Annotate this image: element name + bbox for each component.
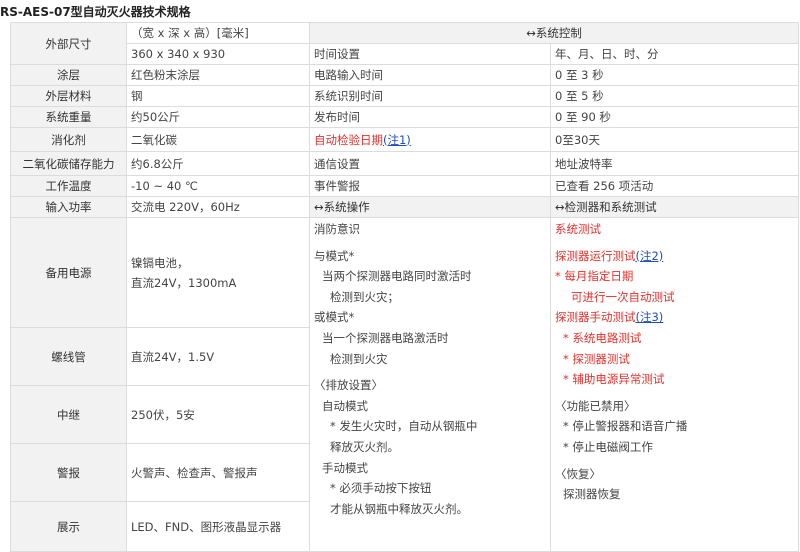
capacity-label: 二氧化碳储存能力 [10,151,127,176]
solenoid-value: 直流24V，1.5V [126,327,310,386]
and-desc-1: 当两个探测器电路同时激活时 [322,269,472,284]
monthly-2: 可进行一次自动测试 [571,289,675,304]
detector-run-row: 探测器运行测试(注2) [555,246,794,267]
alarm-value: 火警声、检查声、警报声 [126,443,310,502]
note3-link[interactable]: (注3) [636,310,664,324]
manual-desc-1: * 必须手动按下按钮 [330,481,432,496]
control-name-3: 发布时间 [309,106,551,128]
temp-value: -10 ~ 40 ℃ [126,175,310,197]
material-value: 钢 [126,85,310,107]
control-name-2: 系统识别时间 [309,85,551,107]
coating-value: 红色粉末涂层 [126,64,310,86]
fire-sense: 消防意识 [314,222,360,236]
system-operation-header: ↔系统操作 [309,196,551,218]
spec-table: 外部尺寸 （宽 x 深 x 高）[毫米] ↔系统控制 360 x 340 x 9… [10,22,800,552]
weight-value: 约50公斤 [126,106,310,128]
control-name-5: 通信设置 [309,151,551,176]
size-label: 外部尺寸 [10,22,127,65]
coating-label: 涂层 [10,64,127,86]
test-item-1: * 系统电路测试 [563,330,642,345]
or-mode: 或模式* [314,310,355,325]
capacity-value: 约6.8公斤 [126,151,310,176]
backup-value-1: 镍镉电池， [131,255,189,270]
agent-label: 消化剂 [10,127,127,152]
power-value: 交流电 220V，60Hz [126,196,310,218]
and-desc-2: 检测到火灾； [330,289,399,304]
control-value-4: 0至30天 [549,127,800,152]
system-control-header: ↔系统控制 [308,22,800,44]
manual-desc-2: 才能从钢瓶中释放灭火剂。 [330,501,468,516]
or-desc-1: 当一个探测器电路激活时 [322,330,449,345]
backup-value-2: 直流24V，1300mA [131,275,237,290]
page-title: RS-AES-07型自动灭火器技术规格 [0,5,191,19]
and-mode: 与模式* [314,248,355,263]
backup-label: 备用电源 [10,217,127,328]
monthly-1: * 每月指定日期 [555,269,634,284]
power-label: 输入功率 [10,196,127,218]
backup-value-cell: 镍镉电池， 直流24V，1300mA [126,217,310,328]
test-cell: 系统测试 探测器运行测试(注2) * 每月指定日期 可进行一次自动测试 探测器手… [549,217,800,552]
recovery-header: 〈恢复〉 [555,466,601,481]
control-value-3: 0 至 90 秒 [549,106,800,128]
auto-mode: 自动模式 [322,398,368,413]
disabled-2: * 停止电磁阀工作 [563,439,653,454]
auto-inspection-cell: 自动检验日期(注1) [309,127,551,152]
test-item-2: * 探测器测试 [563,351,630,366]
recovery-1: 探测器恢复 [563,487,621,502]
control-name-1: 电路输入时间 [309,64,551,86]
release-header: 〈排放设置〉 [314,378,383,393]
disabled-1: * 停止警报器和语音广播 [563,419,688,434]
display-label: 展示 [10,501,127,552]
test-header: ↔检测器和系统测试 [549,196,800,218]
agent-value: 二氧化碳 [126,127,310,152]
temp-label: 工作温度 [10,175,127,197]
control-value-1: 0 至 3 秒 [549,64,800,86]
alarm-label: 警报 [10,443,127,502]
control-value-6: 已查看 256 项活动 [549,175,800,197]
detector-manual-row: 探测器手动测试(注3) [555,307,794,328]
size-value: 360 x 340 x 930 [126,43,310,65]
control-value-2: 0 至 5 秒 [549,85,800,107]
display-value: LED、FND、图形液晶显示器 [126,501,310,552]
auto-desc-1: * 发生火灾时，自动从钢瓶中 [330,419,478,434]
control-name-0: 时间设置 [309,43,551,65]
detector-manual-test: 探测器手动测试 [555,310,636,325]
solenoid-label: 螺线管 [10,327,127,386]
test-item-3: * 辅助电源异常测试 [563,372,665,387]
material-label: 外层材料 [10,85,127,107]
manual-mode: 手动模式 [322,460,368,475]
note2-link[interactable]: (注2) [636,249,664,263]
auto-desc-2: 释放灭火剂。 [330,439,399,454]
or-desc-2: 检测到火灾 [330,351,388,366]
system-test: 系统测试 [555,222,601,236]
size-units: （宽 x 深 x 高）[毫米] [126,22,310,44]
disabled-header: 〈功能已禁用〉 [555,398,636,413]
weight-label: 系统重量 [10,106,127,128]
detector-run-test: 探测器运行测试 [555,248,636,263]
relay-value: 250伏，5安 [126,385,310,444]
auto-inspection-label: 自动检验日期 [314,132,383,147]
note1-link[interactable]: (注1) [383,133,411,147]
control-value-5: 地址波特率 [549,151,800,176]
relay-label: 中继 [10,385,127,444]
control-name-6: 事件警报 [309,175,551,197]
control-value-0: 年、月、日、时、分 [549,43,800,65]
operation-cell: 消防意识 与模式* 当两个探测器电路同时激活时 检测到火灾； 或模式* 当一个探… [309,217,551,552]
